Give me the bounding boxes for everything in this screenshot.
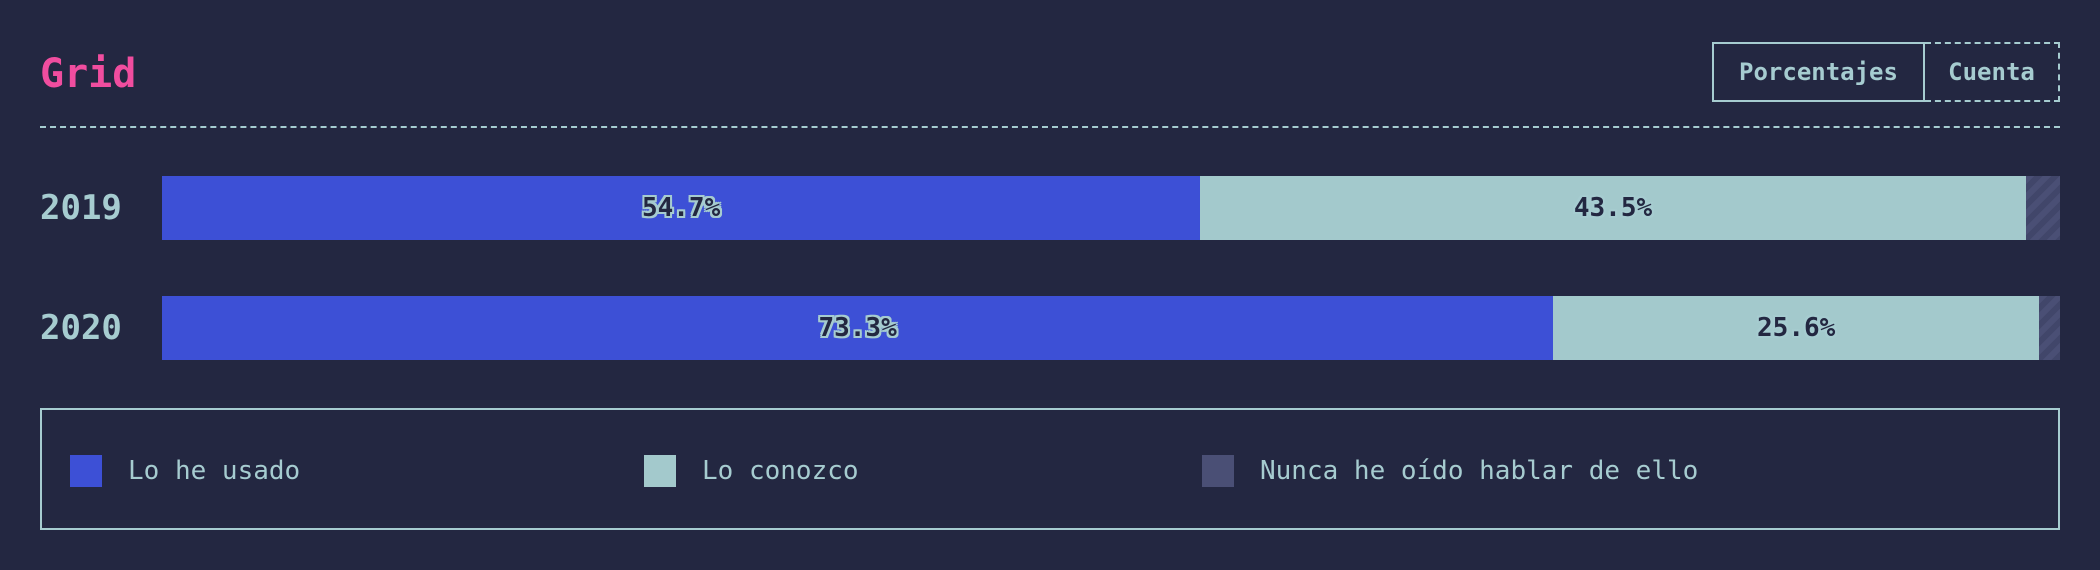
legend-item-never[interactable]: Nunca he oído hablar de ello bbox=[1202, 454, 1698, 488]
legend-label-known: Lo conozco bbox=[702, 456, 859, 486]
bar-segment-known-2019[interactable]: 43.5% bbox=[1200, 176, 2026, 240]
data-label-known-2019: 43.5% bbox=[1573, 193, 1653, 223]
unit-toggle: Porcentajes Cuenta bbox=[1712, 42, 2060, 102]
legend-swatch-used bbox=[70, 455, 102, 487]
data-label-used-2019: 54.7% bbox=[641, 193, 721, 223]
legend-item-used[interactable]: Lo he usado bbox=[70, 454, 300, 488]
bar-2020: 73.3% 25.6% bbox=[162, 296, 2060, 360]
data-label-known-2020: 25.6% bbox=[1757, 313, 1836, 343]
bar-segment-known-2020[interactable]: 25.6% bbox=[1553, 296, 2040, 360]
bar-segment-used-2019[interactable]: 54.7% bbox=[162, 176, 1201, 240]
row-label-2019: 2019 bbox=[40, 188, 122, 228]
data-label-used-2020: 73.3% bbox=[818, 313, 897, 343]
bar-segment-never-2020[interactable] bbox=[2039, 296, 2060, 360]
count-button[interactable]: Cuenta bbox=[1925, 42, 2060, 102]
legend: Lo he usado Lo conozco Nunca he oído hab… bbox=[40, 408, 2060, 530]
chart-title: Grid bbox=[40, 51, 137, 97]
legend-label-used: Lo he usado bbox=[128, 456, 301, 486]
percentages-button[interactable]: Porcentajes bbox=[1712, 42, 1925, 102]
legend-swatch-never bbox=[1202, 455, 1234, 487]
bar-2019: 54.7% 43.5% bbox=[162, 176, 2060, 240]
row-label-2020: 2020 bbox=[40, 308, 122, 348]
bar-segment-used-2020[interactable]: 73.3% bbox=[162, 296, 1554, 360]
legend-swatch-known bbox=[644, 455, 676, 487]
legend-label-never: Nunca he oído hablar de ello bbox=[1260, 456, 1699, 486]
legend-item-known[interactable]: Lo conozco bbox=[644, 454, 859, 488]
header-divider bbox=[40, 126, 2060, 128]
bar-segment-never-2019[interactable] bbox=[2025, 176, 2060, 240]
